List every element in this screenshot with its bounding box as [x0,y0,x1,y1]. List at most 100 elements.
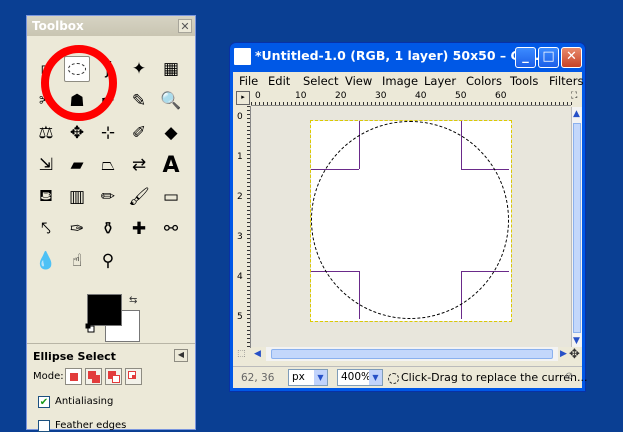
color-picker-icon[interactable]: ✎ [126,88,152,114]
default-colors-icon[interactable] [85,323,95,333]
text-icon[interactable]: A [158,152,184,178]
mode-intersect-button[interactable] [125,368,142,385]
scroll-down-icon[interactable]: ▼ [573,336,580,346]
unit-select[interactable]: px ▼ [288,369,328,386]
menu-image[interactable]: Image [382,74,418,88]
swap-colors-icon[interactable]: ⇆ [129,295,137,306]
ruler-tick [263,102,264,105]
horizontal-scroll-thumb[interactable] [271,349,553,359]
menu-layer[interactable]: Layer [424,74,456,88]
vertical-scroll-thumb[interactable] [573,123,581,333]
rotate-icon[interactable]: ◆ [158,120,184,146]
menu-view[interactable]: View [345,74,372,88]
shear-icon[interactable]: ▰ [64,152,90,178]
zoom-select[interactable]: 400% ▼ [337,369,383,386]
scroll-up-icon[interactable]: ▲ [573,109,580,119]
ruler-tick [247,278,250,279]
mode-add-button[interactable] [85,368,102,385]
ruler-label: 5 [237,312,243,322]
fuzzy-select-icon[interactable]: ✦ [126,56,152,82]
ruler-tick [247,182,250,183]
ruler-tick [327,102,328,105]
chevron-down-icon[interactable]: ▼ [369,370,382,385]
scale-icon[interactable]: ⇲ [33,152,59,178]
ruler-tick [343,102,344,105]
tool-options-menu-button[interactable]: ◀ [174,349,188,362]
toolbox-close-button[interactable]: ✕ [178,19,192,33]
ruler-tick [283,102,284,105]
ruler-tick [247,158,250,159]
ruler-tick [247,194,250,195]
ruler-tick [247,286,250,287]
image-window-body: File Edit Select View Image Layer Colors Tools F… [233,72,587,388]
perspective-icon[interactable]: ⏢ [95,152,121,178]
heal-icon[interactable]: ✚ [126,216,152,242]
align-icon[interactable]: ⊹ [95,120,121,146]
quick-mask-menu-icon[interactable]: ▸ [236,91,250,105]
measure-icon[interactable]: ⚖ [33,120,59,146]
ruler-tick [359,102,360,105]
ruler-tick [247,222,250,223]
menu-edit[interactable]: Edit [268,74,290,88]
ruler-tick [247,314,250,315]
perspective-clone-icon[interactable]: ⚯ [158,216,184,242]
ruler-tick [379,102,380,105]
pencil-icon[interactable]: ✏ [95,184,121,210]
blend-icon[interactable]: ▥ [64,184,90,210]
eraser-icon[interactable]: ▭ [158,184,184,210]
foreground-color-swatch-front[interactable] [87,294,122,326]
ruler-tick [375,102,376,105]
crop-icon[interactable]: ✐ [126,120,152,146]
ruler-tick [247,162,250,163]
zoom-fit-icon[interactable]: ⛶ [571,91,581,103]
dodge-burn-icon[interactable]: ⚲ [95,248,121,274]
minimize-button[interactable]: _ [515,47,536,68]
ruler-tick [295,102,296,105]
ruler-tick [247,142,250,143]
menu-select[interactable]: Select [303,74,338,88]
clone-icon[interactable]: ⚱ [95,216,121,242]
mask-toggle-icon[interactable]: ⬚ [237,349,246,359]
ruler-tick [251,102,252,105]
blur-icon[interactable]: 💧 [33,248,59,274]
close-button[interactable]: ✕ [561,47,582,68]
ink-icon[interactable]: ✑ [64,216,90,242]
smudge-icon[interactable]: ☝ [64,248,90,274]
maximize-button[interactable]: □ [538,47,559,68]
flip-icon[interactable]: ⇄ [126,152,152,178]
menu-colors[interactable]: Colors [466,74,502,88]
menu-filters[interactable]: Filters [549,74,583,88]
window-app-icon [234,48,251,65]
airbrush-icon[interactable]: ⤣ [33,216,59,242]
paintbrush-icon[interactable]: 🖌 [126,184,152,210]
ruler-tick [439,102,440,105]
scroll-left-icon[interactable]: ◀ [254,349,261,359]
ruler-tick [427,102,428,105]
menu-file[interactable]: File [239,74,258,88]
horizontal-scrollbar[interactable]: ◀ ▶ [254,347,567,361]
move-icon[interactable]: ✥ [64,120,90,146]
pointer-coordinates: 62, 36 [241,372,275,384]
feather-edges-checkbox[interactable] [38,420,50,432]
antialiasing-checkbox[interactable]: ✔ [38,396,50,408]
vertical-scrollbar[interactable]: ▲ ▼ [571,107,582,347]
ruler-tick [247,346,250,347]
canvas-area[interactable] [251,107,571,347]
navigate-icon[interactable]: ✥ [569,347,580,362]
mode-subtract-button[interactable] [105,368,122,385]
cancel-icon[interactable]: ⊘ [565,371,573,382]
chevron-down-icon[interactable]: ▼ [314,370,327,385]
mode-replace-button[interactable] [65,368,82,385]
ellipse-selection[interactable] [311,121,509,319]
ruler-tick [519,102,520,105]
ruler-tick [395,102,396,105]
ruler-tick [247,218,250,219]
ruler-tick [363,102,364,105]
ruler-tick [543,102,544,105]
select-by-color-icon[interactable]: ▦ [158,56,184,82]
bucket-fill-icon[interactable]: ⛾ [33,184,59,210]
ruler-tick [451,102,452,105]
menu-tools[interactable]: Tools [510,74,538,88]
magnify-icon[interactable]: 🔍 [158,88,184,114]
scroll-right-icon[interactable]: ▶ [560,349,567,359]
